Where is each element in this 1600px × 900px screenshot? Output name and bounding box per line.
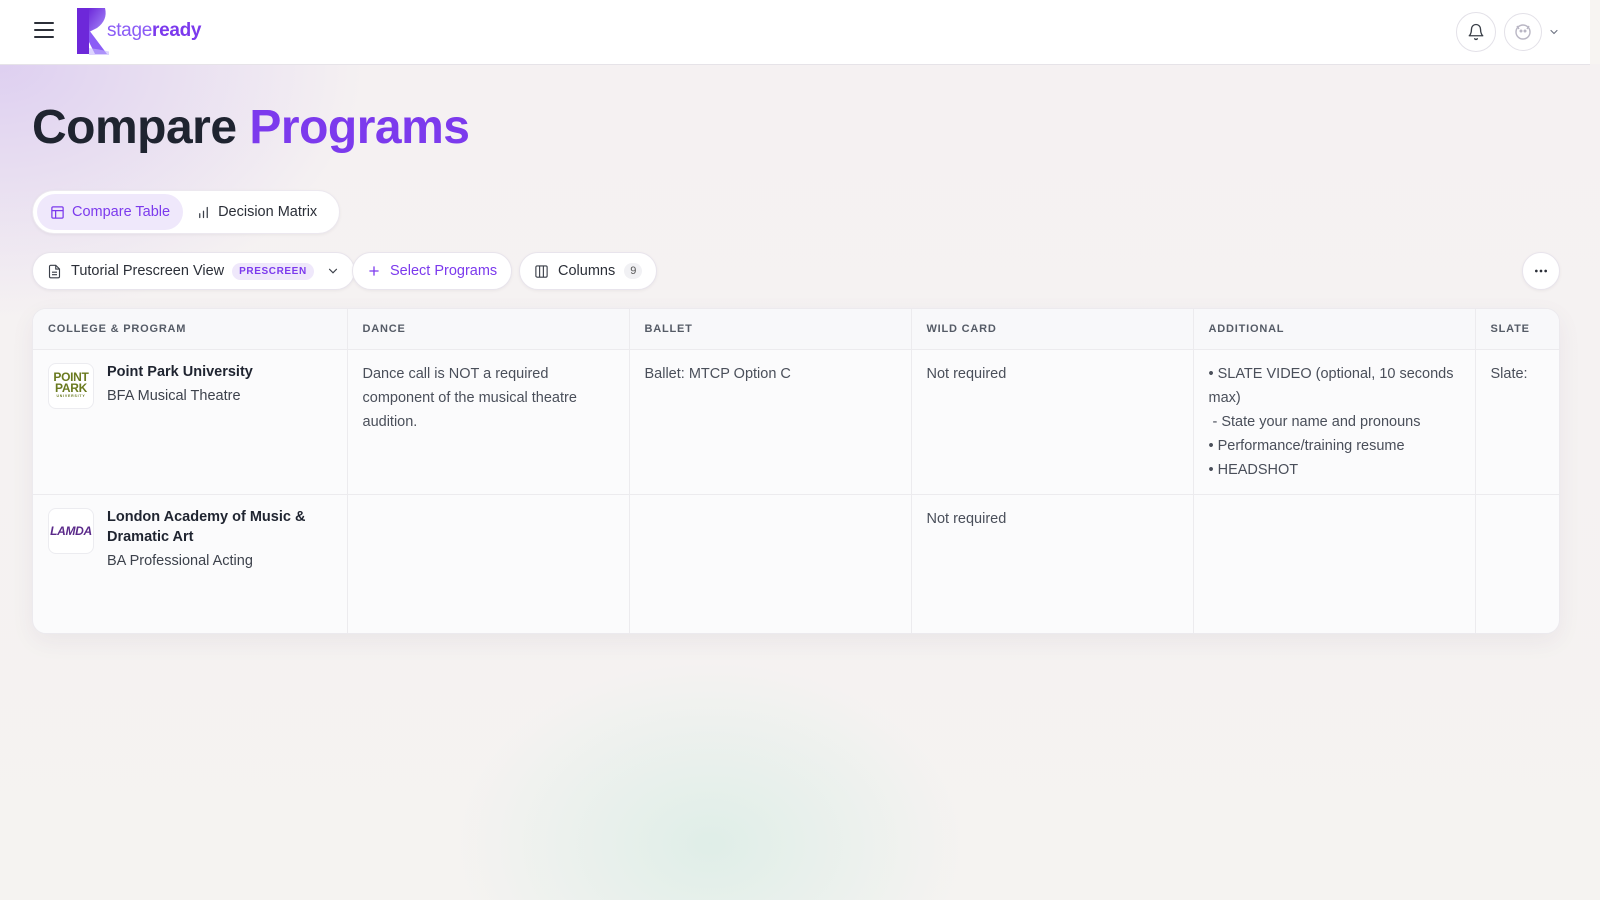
dance-cell: Dance call is NOT a required component o… — [347, 349, 630, 495]
logo-mark-icon — [77, 8, 109, 55]
college-logo: POINT PARK UNIVERSITY — [48, 362, 94, 409]
slate-cell: Slate: — [1475, 349, 1559, 495]
ballet-cell — [629, 494, 912, 633]
additional-item: • SLATE VIDEO (optional, 10 seconds max) — [1208, 365, 1454, 406]
college-logo: LAMDA — [48, 507, 94, 554]
view-badge: PRESCREEN — [232, 262, 314, 280]
tab-decision-matrix[interactable]: Decision Matrix — [183, 194, 330, 230]
additional-cell: • SLATE VIDEO (optional, 10 seconds max)… — [1193, 349, 1476, 495]
user-menu-chevron-down-icon[interactable] — [1548, 26, 1560, 38]
college-name[interactable]: Point Park University — [107, 362, 253, 382]
ballet-cell: Ballet: MTCP Option C — [629, 349, 912, 495]
more-options-button[interactable] — [1522, 252, 1560, 290]
wild-card-cell: Not required — [911, 349, 1194, 495]
columns-icon — [535, 264, 548, 278]
document-icon — [48, 264, 61, 278]
logo-line: UNIVERSITY — [56, 394, 86, 398]
program-name: BA Professional Acting — [107, 552, 253, 569]
tab-decision-matrix-label: Decision Matrix — [218, 204, 318, 220]
top-bar: stageready — [0, 0, 1590, 65]
page-title: Compare Programs — [32, 101, 470, 154]
logo-line: PARK — [55, 381, 87, 395]
bell-icon — [1468, 23, 1484, 41]
wild-card-cell: Not required — [911, 494, 1194, 633]
tab-compare-table[interactable]: Compare Table — [37, 194, 184, 230]
select-programs-button[interactable]: Select Programs — [352, 252, 513, 290]
user-avatar[interactable] — [1504, 13, 1542, 51]
additional-item: - State your name and pronouns — [1212, 413, 1421, 430]
hamburger-menu-icon[interactable] — [34, 22, 54, 40]
view-selector[interactable]: Tutorial Prescreen View PRESCREEN — [32, 252, 355, 290]
table-icon — [51, 205, 64, 219]
columns-label: Columns — [558, 263, 616, 279]
college-cell: POINT PARK UNIVERSITY Point Park Universit… — [33, 349, 348, 495]
avatar-icon — [1515, 24, 1531, 40]
college-cell: LAMDA London Academy of Music & Dramatic… — [33, 494, 348, 633]
column-header[interactable]: SLATE — [1475, 309, 1559, 350]
program-name: BFA Musical Theatre — [107, 387, 241, 404]
column-header[interactable]: DANCE — [347, 309, 630, 350]
logo-text: LAMDA — [50, 523, 92, 538]
additional-item: • HEADSHOT — [1208, 461, 1299, 478]
tab-compare-table-label: Compare Table — [72, 204, 171, 220]
view-name: Tutorial Prescreen View — [71, 263, 225, 279]
slate-cell — [1475, 494, 1559, 633]
college-name[interactable]: London Academy of Music & Dramatic Art — [107, 507, 332, 547]
more-horizontal-icon — [1535, 269, 1547, 273]
toolbar: Tutorial Prescreen View PRESCREEN Select… — [32, 252, 1560, 292]
dance-cell — [347, 494, 630, 633]
view-toggle: Compare Table Decision Matrix — [32, 190, 340, 234]
column-header[interactable]: ADDITIONAL — [1193, 309, 1476, 350]
select-programs-label: Select Programs — [390, 263, 498, 279]
app-logo[interactable]: stageready — [75, 6, 201, 56]
notifications-button[interactable] — [1456, 12, 1496, 52]
bar-chart-icon — [199, 206, 208, 218]
table-row: LAMDA London Academy of Music & Dramatic… — [33, 494, 1559, 633]
table-row: POINT PARK UNIVERSITY Point Park Universit… — [33, 349, 1559, 495]
columns-count: 9 — [624, 263, 643, 279]
plus-icon — [369, 266, 379, 276]
column-header[interactable]: COLLEGE & PROGRAM — [33, 309, 348, 350]
additional-cell — [1193, 494, 1476, 633]
table-header-row: COLLEGE & PROGRAM DANCE BALLET WILD CARD… — [33, 309, 1559, 350]
column-header[interactable]: BALLET — [629, 309, 912, 350]
chevron-down-icon — [328, 268, 337, 274]
logo-text: stageready — [107, 20, 202, 41]
columns-button[interactable]: Columns 9 — [519, 252, 658, 290]
column-header[interactable]: WILD CARD — [911, 309, 1194, 350]
additional-item: • Performance/training resume — [1208, 437, 1405, 454]
compare-table: COLLEGE & PROGRAM DANCE BALLET WILD CARD… — [32, 308, 1560, 634]
